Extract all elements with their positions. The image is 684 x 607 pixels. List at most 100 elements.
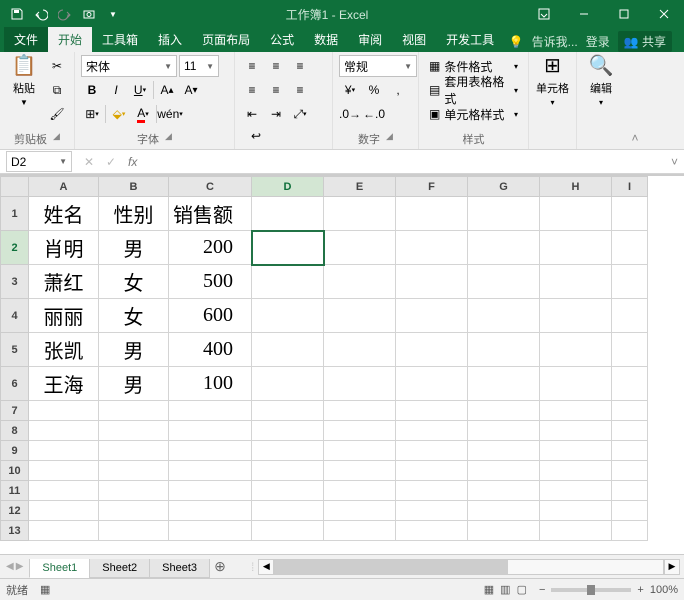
row-header[interactable]: 4 — [1, 299, 29, 333]
row-header[interactable]: 1 — [1, 197, 29, 231]
dialog-launcher-icon[interactable]: ◢ — [386, 131, 393, 147]
cell[interactable] — [396, 441, 468, 461]
tab-developer[interactable]: 开发工具 — [436, 27, 504, 52]
cell[interactable] — [169, 461, 252, 481]
format-as-table-button[interactable]: ▤套用表格格式▾ — [425, 79, 522, 101]
enter-formula-icon[interactable]: ✓ — [100, 151, 122, 173]
align-bottom-icon[interactable]: ≡ — [289, 55, 311, 77]
accounting-format-icon[interactable]: ¥▾ — [339, 79, 361, 101]
cell[interactable] — [540, 521, 612, 541]
cell[interactable] — [252, 481, 324, 501]
cut-icon[interactable]: ✂ — [46, 55, 68, 77]
increase-indent-icon[interactable]: ⇥ — [265, 103, 287, 125]
cell[interactable] — [612, 401, 648, 421]
cell[interactable] — [396, 299, 468, 333]
cell[interactable] — [612, 265, 648, 299]
cell[interactable] — [396, 367, 468, 401]
cell[interactable] — [396, 461, 468, 481]
camera-icon[interactable] — [78, 3, 100, 25]
col-header[interactable]: E — [324, 177, 396, 197]
signin-link[interactable]: 登录 — [586, 33, 610, 50]
add-sheet-button[interactable]: ⊕ — [209, 558, 231, 575]
cell[interactable] — [468, 421, 540, 441]
page-break-view-icon[interactable]: ▢ — [517, 583, 527, 596]
cell[interactable] — [540, 401, 612, 421]
dialog-launcher-icon[interactable]: ◢ — [165, 131, 172, 147]
cell[interactable] — [252, 421, 324, 441]
cell[interactable] — [324, 367, 396, 401]
zoom-slider[interactable] — [551, 588, 631, 592]
cell[interactable]: 王海 — [29, 367, 99, 401]
cell[interactable] — [396, 265, 468, 299]
expand-formula-icon[interactable]: ˅ — [665, 155, 684, 169]
decrease-indent-icon[interactable]: ⇤ — [241, 103, 263, 125]
decrease-font-icon[interactable]: A▾ — [180, 79, 202, 101]
sheet-nav-prev-icon[interactable]: ◀ — [6, 561, 14, 572]
cell[interactable] — [169, 521, 252, 541]
tab-toolbox[interactable]: 工具箱 — [92, 27, 148, 52]
cell[interactable]: 张凯 — [29, 333, 99, 367]
cell[interactable] — [252, 231, 324, 265]
border-button[interactable]: ⊞▾ — [81, 103, 103, 125]
macro-record-icon[interactable]: ▦ — [40, 583, 50, 596]
cell[interactable] — [612, 501, 648, 521]
row-header[interactable]: 7 — [1, 401, 29, 421]
cell[interactable]: 肖明 — [29, 231, 99, 265]
close-icon[interactable] — [644, 0, 684, 28]
percent-format-icon[interactable]: % — [363, 79, 385, 101]
cell[interactable]: 600 — [169, 299, 252, 333]
cell[interactable]: 女 — [99, 299, 169, 333]
paste-button[interactable]: 📋 粘贴 ▼ — [6, 55, 42, 105]
cell[interactable] — [99, 501, 169, 521]
cell[interactable] — [540, 265, 612, 299]
cell[interactable] — [468, 461, 540, 481]
cell[interactable] — [396, 521, 468, 541]
cell[interactable]: 男 — [99, 231, 169, 265]
row-header[interactable]: 6 — [1, 367, 29, 401]
cell[interactable]: 男 — [99, 333, 169, 367]
cell[interactable] — [99, 401, 169, 421]
normal-view-icon[interactable]: ▦ — [484, 583, 494, 596]
phonetic-button[interactable]: wén▾ — [159, 103, 181, 125]
cell[interactable] — [252, 461, 324, 481]
decrease-decimal-icon[interactable]: ←.0 — [363, 103, 385, 125]
cell[interactable] — [540, 441, 612, 461]
cancel-formula-icon[interactable]: ✕ — [78, 151, 100, 173]
format-painter-icon[interactable]: 🖌 — [46, 103, 68, 125]
cell[interactable] — [169, 421, 252, 441]
cell[interactable]: 100 — [169, 367, 252, 401]
font-family-combo[interactable]: 宋体▼ — [81, 55, 177, 77]
row-header[interactable]: 10 — [1, 461, 29, 481]
cell[interactable] — [169, 501, 252, 521]
cell[interactable] — [324, 299, 396, 333]
minimize-icon[interactable] — [564, 0, 604, 28]
col-header[interactable]: B — [99, 177, 169, 197]
fx-icon[interactable]: fx — [122, 155, 143, 169]
increase-decimal-icon[interactable]: .0→ — [339, 103, 361, 125]
cell[interactable] — [540, 501, 612, 521]
cell[interactable] — [468, 333, 540, 367]
redo-icon[interactable] — [54, 3, 76, 25]
row-header[interactable]: 12 — [1, 501, 29, 521]
cell[interactable] — [99, 421, 169, 441]
align-center-icon[interactable]: ≡ — [265, 79, 287, 101]
cell[interactable] — [324, 501, 396, 521]
cells-button[interactable]: ⊞ 单元格 ▾ — [535, 55, 570, 105]
col-header[interactable]: C — [169, 177, 252, 197]
cell[interactable] — [324, 421, 396, 441]
cell[interactable] — [324, 481, 396, 501]
col-header[interactable]: I — [612, 177, 648, 197]
cell[interactable] — [324, 441, 396, 461]
comma-format-icon[interactable]: , — [387, 79, 409, 101]
cell[interactable] — [324, 461, 396, 481]
cell[interactable] — [540, 299, 612, 333]
cell[interactable] — [468, 299, 540, 333]
cell[interactable] — [468, 481, 540, 501]
cell[interactable] — [252, 401, 324, 421]
zoom-out-icon[interactable]: − — [539, 584, 545, 596]
cell[interactable] — [396, 333, 468, 367]
italic-button[interactable]: I — [105, 79, 127, 101]
cell[interactable] — [324, 521, 396, 541]
cell[interactable] — [29, 421, 99, 441]
align-left-icon[interactable]: ≡ — [241, 79, 263, 101]
